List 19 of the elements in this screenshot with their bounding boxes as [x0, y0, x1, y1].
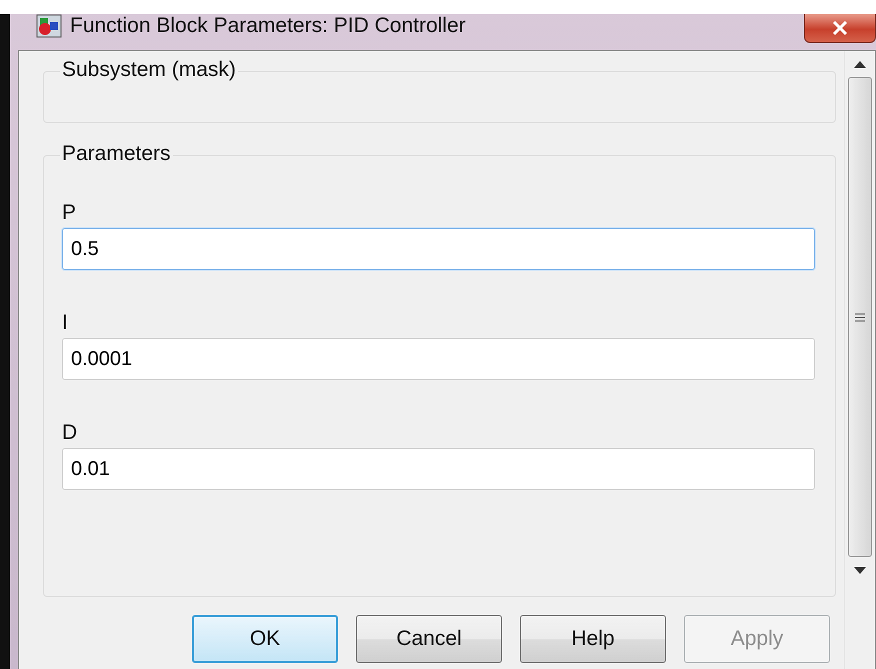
- group-heading: Subsystem (mask): [60, 58, 238, 82]
- input-field[interactable]: 0.5: [62, 228, 815, 270]
- scroll-thumb[interactable]: [848, 77, 872, 557]
- dialog-button[interactable]: OK: [192, 615, 338, 663]
- field-label: I: [62, 310, 69, 336]
- app-icon: [36, 14, 62, 38]
- dialog-button[interactable]: Help: [520, 615, 666, 663]
- window-title: Function Block Parameters: PID Controller: [70, 14, 466, 38]
- field-label: P: [62, 200, 78, 226]
- dialog-button[interactable]: Cancel: [356, 615, 502, 663]
- scroll-up-icon[interactable]: [854, 60, 866, 68]
- input-field[interactable]: 0.01: [62, 448, 815, 490]
- scrollbar[interactable]: [844, 51, 875, 669]
- grip-icon: [855, 312, 865, 322]
- close-button[interactable]: [804, 14, 876, 43]
- field-label: D: [62, 420, 78, 446]
- scroll-down-icon[interactable]: [854, 566, 866, 574]
- close-icon: [832, 21, 848, 35]
- input-field[interactable]: 0.0001: [62, 338, 815, 380]
